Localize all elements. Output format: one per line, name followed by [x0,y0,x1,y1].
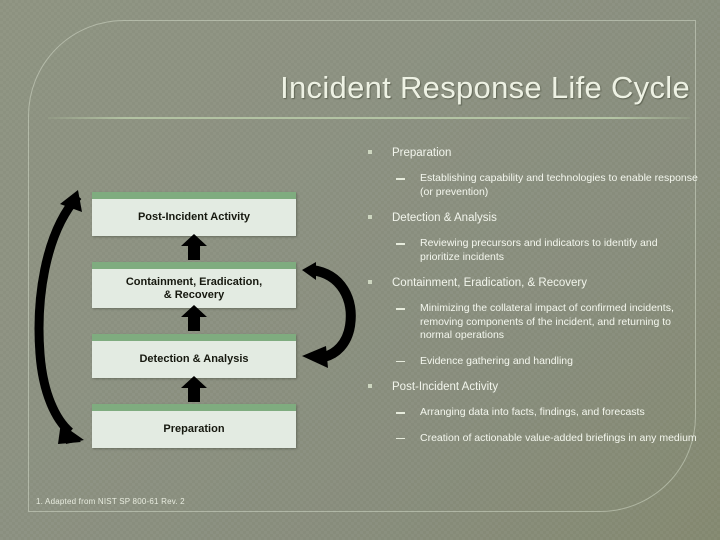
square-bullet-icon [368,150,372,154]
bullet-level1-containment: Containment, Eradication, & Recovery [362,276,698,290]
up-arrow-containment-to-post-incident-icon [181,234,207,260]
page-title: Incident Response Life Cycle [280,70,690,105]
slide-canvas: Incident Response Life Cycle Post-Incide… [0,0,720,540]
bullet-level2-evidence-handling: Evidence gathering and handling [362,355,698,369]
dash-bullet-icon [396,360,405,362]
bullet-level1-preparation: Preparation [362,146,698,160]
bullet-text: Reviewing precursors and indicators to i… [420,237,658,263]
incident-response-life-cycle-diagram: Post-Incident Activity Containment, Erad… [0,150,360,470]
bullet-text: Post-Incident Activity [392,381,499,393]
dash-bullet-icon [396,412,405,414]
up-arrow-preparation-to-detection-icon [181,376,207,402]
bullet-text: Preparation [392,147,452,159]
dash-bullet-icon [396,437,405,439]
square-bullet-icon [368,384,372,388]
stage-label-containment: Containment, Eradication, & Recovery [92,269,296,308]
stage-box-detection-analysis[interactable]: Detection & Analysis [92,334,296,378]
stage-bar [92,404,296,411]
stage-label-post-incident-activity: Post-Incident Activity [137,211,251,223]
dash-bullet-icon [396,308,405,310]
bullet-text: Arranging data into facts, findings, and… [420,406,645,418]
stage-label-containment-line2: & Recovery [163,288,225,301]
stage-label-detection-analysis: Detection & Analysis [139,353,249,365]
stage-bar [92,334,296,341]
stage-box-post-incident-activity[interactable]: Post-Incident Activity [92,192,296,236]
curved-arrow-left-icon [34,190,84,444]
stage-label-containment-line1: Containment, Eradication, [125,275,263,288]
stage-box-containment-eradication-recovery[interactable]: Containment, Eradication, & Recovery [92,262,296,308]
stage-label-preparation: Preparation [163,423,225,435]
curved-arrow-right-icon [302,262,356,368]
dash-bullet-icon [396,243,405,245]
bullet-text: Minimizing the collateral impact of conf… [420,302,674,341]
up-arrow-detection-to-containment-icon [181,305,207,331]
bullet-level2-actionable-briefings: Creation of actionable value-added brief… [362,432,698,446]
stage-box-preparation[interactable]: Preparation [92,404,296,448]
square-bullet-icon [368,280,372,284]
bullet-level2-arranging-data: Arranging data into facts, findings, and… [362,406,698,420]
bullet-text: Containment, Eradication, & Recovery [392,277,587,289]
square-bullet-icon [368,215,372,219]
bullet-level1-detection-analysis: Detection & Analysis [362,211,698,225]
bullet-text: Creation of actionable value-added brief… [420,431,697,444]
bullet-list: Preparation Establishing capability and … [362,146,698,457]
footnote-source-citation: 1. Adapted from NIST SP 800-61 Rev. 2 [36,497,185,506]
bullet-level1-post-incident: Post-Incident Activity [362,380,698,394]
bullet-level2-preparation-detail: Establishing capability and technologies… [362,172,698,199]
bullet-text: Detection & Analysis [392,212,497,224]
stage-bar [92,192,296,199]
dash-bullet-icon [396,178,405,180]
title-underline-rule [48,117,690,119]
bullet-text: Establishing capability and technologies… [420,172,698,198]
bullet-text: Evidence gathering and handling [420,354,573,367]
stage-bar [92,262,296,269]
bullet-level2-detection-detail: Reviewing precursors and indicators to i… [362,237,698,264]
bullet-level2-containment-detail: Minimizing the collateral impact of conf… [362,302,698,343]
